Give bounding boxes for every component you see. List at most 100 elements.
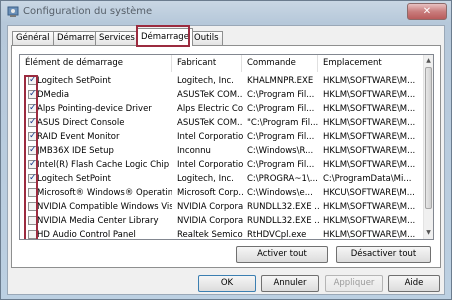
startup-checkbox[interactable] <box>28 188 37 197</box>
startup-checkbox[interactable]: ✓ <box>28 90 37 99</box>
startup-checkbox[interactable]: ✓ <box>28 160 37 169</box>
column-header-maker[interactable]: Fabricant <box>172 55 242 72</box>
startup-checkbox[interactable]: ✓ <box>28 76 37 85</box>
cell-command: RtHDVCpl.exe <box>247 230 307 240</box>
cell-command: C:\Program Fil... <box>247 90 315 100</box>
tab-services[interactable]: Services <box>95 31 139 45</box>
cell-location: HKCU\SOFTWARE\M... <box>323 188 415 198</box>
table-row[interactable]: ✓ Logitech SetPoint Logitech, Inc. KHALMNPR… <box>20 74 425 88</box>
startup-checkbox[interactable]: ✓ <box>28 174 37 183</box>
startup-checkbox[interactable]: ✓ <box>28 146 37 155</box>
cell-command: "C:\Program Fil... <box>247 118 319 128</box>
cell-maker: Alps Electric Co... <box>177 104 243 114</box>
table-row[interactable]: ✓ ASUS Direct Console ASUSTeK COM... "C:\Pr… <box>20 116 425 130</box>
vertical-scrollbar[interactable]: ▲ ▼ <box>423 55 433 239</box>
tab-label: Démarrage <box>141 32 189 42</box>
cell-item: Logitech SetPoint <box>37 76 111 86</box>
cell-item: DMedia <box>37 90 70 100</box>
cell-maker: NVIDIA Corpora... <box>177 202 243 212</box>
enable-all-button[interactable]: Activer tout <box>236 246 328 263</box>
checkmark-icon: ✓ <box>29 159 37 169</box>
cell-maker: ASUSTeK COM... <box>177 118 243 128</box>
column-header-command[interactable]: Commande <box>242 55 318 72</box>
cell-command: C:\Windows\R... <box>247 146 314 156</box>
cell-item: Microsoft® Windows® Operatin... <box>37 188 172 198</box>
startup-panel: Élément de démarrage Fabricant Commande … <box>11 45 441 268</box>
close-icon: ✕ <box>422 6 432 17</box>
table-row[interactable]: Microsoft® Windows® Operatin... Microsoft… <box>20 186 425 200</box>
cell-maker: Intel Corporation <box>177 160 243 170</box>
cell-location: HKLM\SOFTWARE\M... <box>323 202 416 212</box>
checkmark-icon: ✓ <box>29 103 37 113</box>
table-row[interactable]: HD Audio Control Panel Realtek Semico... R… <box>20 228 425 240</box>
tab-demarrage[interactable]: Démarrage <box>137 28 193 46</box>
close-button[interactable]: ✕ <box>407 3 447 20</box>
list-header: Élément de démarrage Fabricant Commande … <box>20 55 425 72</box>
cell-maker: Microsoft Corp... <box>177 188 243 198</box>
cell-command: C:\PROGRA~1\... <box>247 174 318 184</box>
cell-maker: ASUSTeK COM... <box>177 90 243 100</box>
disable-all-button[interactable]: Désactiver tout <box>336 246 431 263</box>
startup-checkbox[interactable]: ✓ <box>28 104 37 113</box>
cell-command: C:\Program Fil... <box>247 132 315 142</box>
cell-location: HKLM\SOFTWARE\M... <box>323 146 416 156</box>
column-header-location[interactable]: Emplacement <box>318 55 425 72</box>
tab-label: Démarrer <box>57 33 98 43</box>
cell-command: RUNDLL32.EXE ... <box>247 216 319 226</box>
checkmark-icon: ✓ <box>29 131 37 141</box>
column-header-item[interactable]: Élément de démarrage <box>20 55 172 72</box>
scroll-thumb[interactable] <box>425 67 432 209</box>
help-button[interactable]: Aide <box>388 275 440 292</box>
table-row[interactable]: ✓ Intel(R) Flash Cache Logic Chip Intel Co… <box>20 158 425 172</box>
cell-command: KHALMNPR.EXE <box>247 76 314 86</box>
apply-button[interactable]: Appliquer <box>325 275 383 292</box>
cell-location: C:\ProgramData\Mi... <box>323 174 412 184</box>
title-bar[interactable]: Configuration du système ✕ <box>1 1 451 23</box>
table-row[interactable]: ✓ Logitech SetPoint Logitech, Inc. C:\PROGR… <box>20 172 425 186</box>
checkmark-icon: ✓ <box>29 117 37 127</box>
checkmark-icon: ✓ <box>29 173 37 183</box>
ok-button[interactable]: OK <box>198 275 256 292</box>
cell-item: Intel(R) Flash Cache Logic Chip <box>37 160 170 170</box>
checkmark-icon: ✓ <box>29 145 37 155</box>
scroll-up-arrow-icon[interactable]: ▲ <box>424 56 433 66</box>
cancel-button[interactable]: Annuler <box>261 275 319 292</box>
tab-outils[interactable]: Outils <box>190 31 223 45</box>
cell-maker: Logitech, Inc. <box>177 76 234 86</box>
tab-label: Outils <box>194 33 219 43</box>
cell-item: NVIDIA Compatible Windows Vist... <box>37 202 172 212</box>
cell-item: NVIDIA Media Center Library <box>37 216 159 226</box>
startup-checkbox[interactable] <box>28 230 37 239</box>
tab-label: Général <box>16 33 50 43</box>
cell-item: ASUS Direct Console <box>37 118 125 128</box>
startup-checkbox[interactable]: ✓ <box>28 118 37 127</box>
cell-location: HKLM\SOFTWARE\M... <box>323 132 416 142</box>
checkmark-icon: ✓ <box>29 75 37 85</box>
cell-item: Alps Pointing-device Driver <box>37 104 152 114</box>
startup-checkbox[interactable] <box>28 202 37 211</box>
table-row[interactable]: ✓ Alps Pointing-device Driver Alps Electri… <box>20 102 425 116</box>
cell-maker: Intel Corporation <box>177 132 243 142</box>
table-row[interactable]: ✓ DMedia ASUSTeK COM... C:\Program Fil... HK… <box>20 88 425 102</box>
table-row[interactable]: ✓ JMB36X IDE Setup Inconnu C:\Windows\R... H… <box>20 144 425 158</box>
startup-checkbox[interactable] <box>28 216 37 225</box>
cell-item: JMB36X IDE Setup <box>37 146 114 156</box>
tab-general[interactable]: Général <box>12 31 54 45</box>
cell-location: HKLM\SOFTWARE\M... <box>323 216 416 226</box>
startup-checkbox[interactable]: ✓ <box>28 132 37 141</box>
tab-label: Services <box>99 33 135 43</box>
table-row[interactable]: NVIDIA Media Center Library NVIDIA Corpor… <box>20 214 425 228</box>
cell-location: HKLM\SOFTWARE\M... <box>323 104 416 114</box>
scroll-down-arrow-icon[interactable]: ▼ <box>424 228 433 238</box>
cell-command: C:\Program Fil... <box>247 104 315 114</box>
cell-location: HKLM\SOFTWARE\M... <box>323 90 416 100</box>
table-row[interactable]: ✓ RAID Event Monitor Intel Corporation C:\P… <box>20 130 425 144</box>
cell-maker: NVIDIA Corpora... <box>177 216 243 226</box>
cell-maker: Inconnu <box>177 146 211 156</box>
checkmark-icon: ✓ <box>29 89 37 99</box>
dialog-body: Général Démarrer Services Démarrage Outi… <box>7 25 445 295</box>
cell-item: RAID Event Monitor <box>37 132 120 142</box>
startup-list[interactable]: Élément de démarrage Fabricant Commande … <box>19 54 434 240</box>
system-config-icon <box>7 6 19 17</box>
table-row[interactable]: NVIDIA Compatible Windows Vist... NVIDIA … <box>20 200 425 214</box>
